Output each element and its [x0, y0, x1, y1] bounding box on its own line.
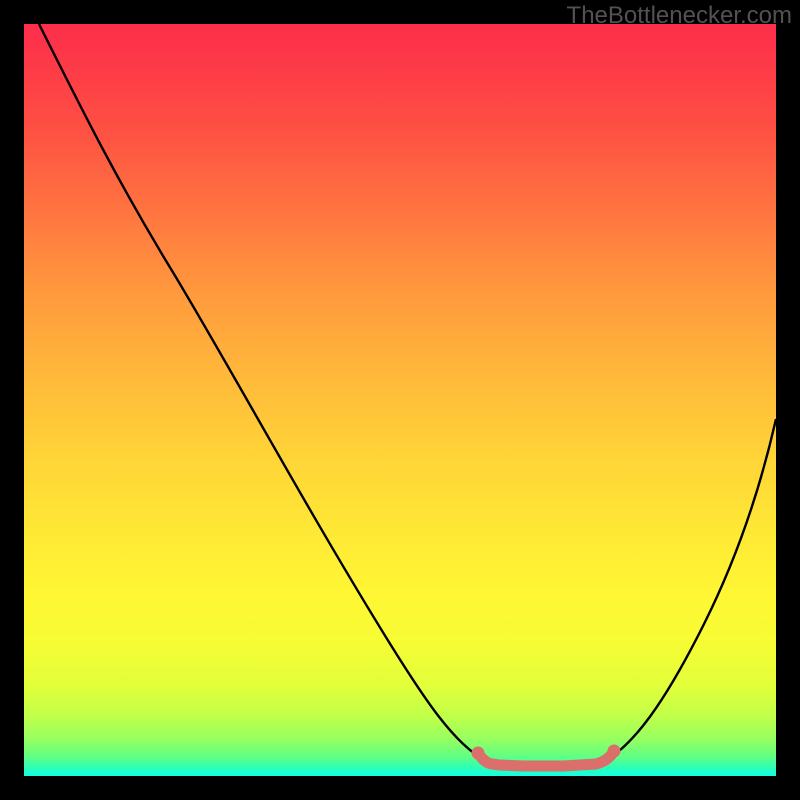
optimal-range-marker — [478, 751, 614, 766]
watermark: TheBottlenecker.com — [567, 2, 792, 30]
chart-svg — [24, 24, 776, 776]
optimal-start-dot — [472, 747, 485, 760]
optimal-end-dot — [608, 745, 621, 758]
bottleneck-curve — [39, 24, 776, 768]
